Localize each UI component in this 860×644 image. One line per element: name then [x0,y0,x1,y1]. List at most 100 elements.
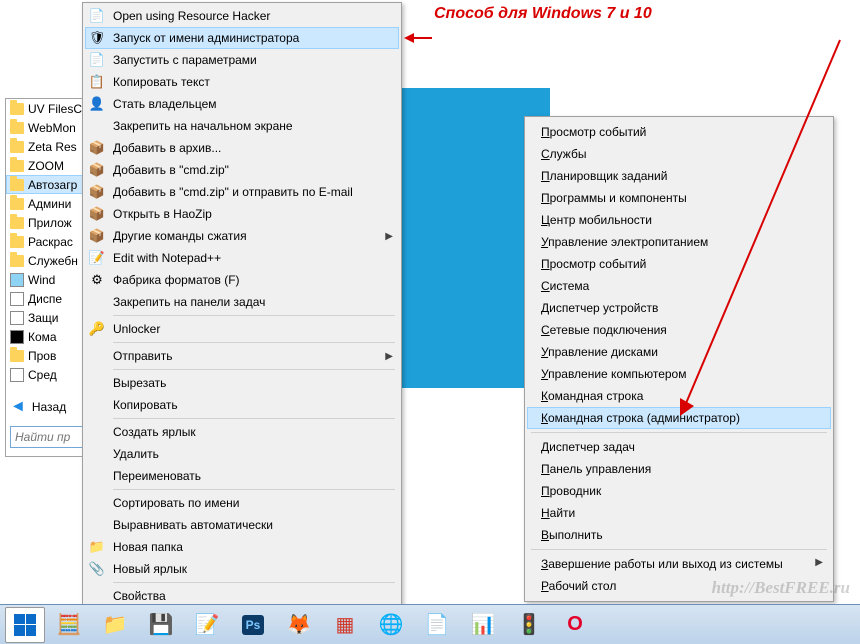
context-menu-item[interactable]: Копировать [85,394,399,416]
menu-item-icon: 📦 [89,206,105,222]
submenu-arrow-icon: ▶ [815,557,823,568]
winx-menu-item[interactable]: Проводник [527,480,831,502]
menu-item-icon [89,495,105,511]
start-button[interactable] [5,607,45,643]
menu-item-icon: 📁 [89,539,105,555]
folder-icon [10,217,24,229]
context-menu-item[interactable]: 📦Другие команды сжатия▶ [85,225,399,247]
context-menu-item[interactable]: 📎Новый ярлык [85,558,399,580]
menu-separator [113,369,395,370]
ps-icon: Ps [242,615,265,635]
sidebar-item-label: Админи [28,197,71,211]
sidebar-item-label: Раскрас [28,235,73,249]
taskbar-photoshop[interactable]: Ps [231,608,275,642]
taskbar-calc[interactable]: 🧮 [47,608,91,642]
context-menu-item[interactable]: 📄Open using Resource Hacker [85,5,399,27]
context-menu-item[interactable]: Создать ярлык [85,421,399,443]
taskbar-chrome[interactable]: 🌐 [369,608,413,642]
menu-item-icon [89,517,105,533]
opera-icon: O [567,613,583,636]
folder-icon [10,236,24,248]
taskbar-chart[interactable]: 📊 [461,608,505,642]
folder-icon: 📁 [103,612,128,637]
taskbar-firefox[interactable]: 🦊 [277,608,321,642]
taskbar-lan[interactable]: ▦ [323,608,367,642]
chrome-icon: 🌐 [379,612,404,637]
menu-item-label: Копировать [113,398,178,412]
folder-icon [10,160,24,172]
context-menu-item[interactable]: 📋Копировать текст [85,71,399,93]
menu-item-icon [89,588,105,604]
windows-logo-icon [14,614,36,636]
taskbar: 🧮 📁 💾 📝 Ps 🦊 ▦ 🌐 📄 📊 🚦 O [0,604,860,644]
context-menu-item[interactable]: Сортировать по имени [85,492,399,514]
menu-item-icon [89,348,105,364]
calculator-icon: 🧮 [57,612,82,637]
menu-item-icon [89,446,105,462]
gear-icon [10,368,24,382]
watermark-text: http://BestFREE.ru [712,578,850,598]
menu-separator [531,549,827,550]
sidebar-item-label: Пров [28,349,56,363]
arrow-diagonal-icon [672,38,842,418]
context-menu-item[interactable]: Удалить [85,443,399,465]
context-menu-item[interactable]: Закрепить на панели задач [85,291,399,313]
menu-item-icon: 📦 [89,184,105,200]
winx-menu-item[interactable]: Выполнить [527,524,831,546]
term-icon [10,330,24,344]
menu-item-label: Закрепить на панели задач [113,295,265,309]
menu-item-icon: 👤 [89,96,105,112]
taskbar-sheets[interactable]: 📄 [415,608,459,642]
menu-item-label: Добавить в "cmd.zip" [113,163,229,177]
grid-icon: ▦ [336,612,355,637]
winx-menu-item[interactable]: Завершение работы или выход из системы▶ [527,553,831,575]
winx-menu-item[interactable]: Диспетчер задач [527,436,831,458]
traffic-icon: 🚦 [517,612,542,637]
doc-icon: 📄 [425,612,450,637]
sidebar-item-label: Защи [28,311,59,325]
context-menu-item[interactable]: ⚙Фабрика форматов (F) [85,269,399,291]
menu-item-icon [89,397,105,413]
taskbar-traffic[interactable]: 🚦 [507,608,551,642]
menu-item-label: Копировать текст [113,75,210,89]
context-menu-item[interactable]: 📦Добавить в "cmd.zip" [85,159,399,181]
context-menu-item[interactable]: 🛡Запуск от имени администратора [85,27,399,49]
context-menu-item[interactable]: 📦Добавить в архив... [85,137,399,159]
context-menu-item[interactable]: 📁Новая папка [85,536,399,558]
context-menu-item[interactable]: 📝Edit with Notepad++ [85,247,399,269]
submenu-arrow-icon: ▶ [385,351,393,362]
context-menu-item[interactable]: 📦Открыть в HaoZip [85,203,399,225]
context-menu-item[interactable]: Переименовать [85,465,399,487]
menu-item-icon: 📄 [89,52,105,68]
context-menu-item[interactable]: 📄Запустить с параметрами [85,49,399,71]
menu-separator [113,342,395,343]
context-menu-item[interactable]: Выравнивать автоматически [85,514,399,536]
folder-icon [10,255,24,267]
sidebar-item-label: Диспе [28,292,62,306]
taskbar-save[interactable]: 💾 [139,608,183,642]
menu-item-label: Добавить в архив... [113,141,221,155]
context-menu-item[interactable]: Вырезать [85,372,399,394]
firefox-icon: 🦊 [287,612,312,637]
menu-item-label: Выравнивать автоматически [113,518,273,532]
menu-item-label: Удалить [113,447,159,461]
menu-item-icon: 📦 [89,228,105,244]
arrow-left-icon [404,32,432,44]
taskbar-explorer[interactable]: 📁 [93,608,137,642]
menu-item-icon: 🛡 [89,30,105,46]
menu-item-label: Edit with Notepad++ [113,251,221,265]
winx-menu-item[interactable]: Панель управления [527,458,831,480]
taskbar-opera[interactable]: O [553,608,597,642]
chart-icon [10,292,24,306]
context-menu-item[interactable]: Закрепить на начальном экране [85,115,399,137]
taskbar-notepad[interactable]: 📝 [185,608,229,642]
winx-menu-item[interactable]: Найти [527,502,831,524]
notepad-icon: 📝 [195,612,220,637]
menu-item-icon [89,468,105,484]
context-menu-item[interactable]: 🔑Unlocker [85,318,399,340]
context-menu-item[interactable]: 📦Добавить в "cmd.zip" и отправить по E-m… [85,181,399,203]
context-menu-item[interactable]: 👤Стать владельцем [85,93,399,115]
sidebar-item-label: Служебн [28,254,78,268]
menu-item-label: Отправить [113,349,173,363]
context-menu-item[interactable]: Отправить ▶ [85,345,399,367]
